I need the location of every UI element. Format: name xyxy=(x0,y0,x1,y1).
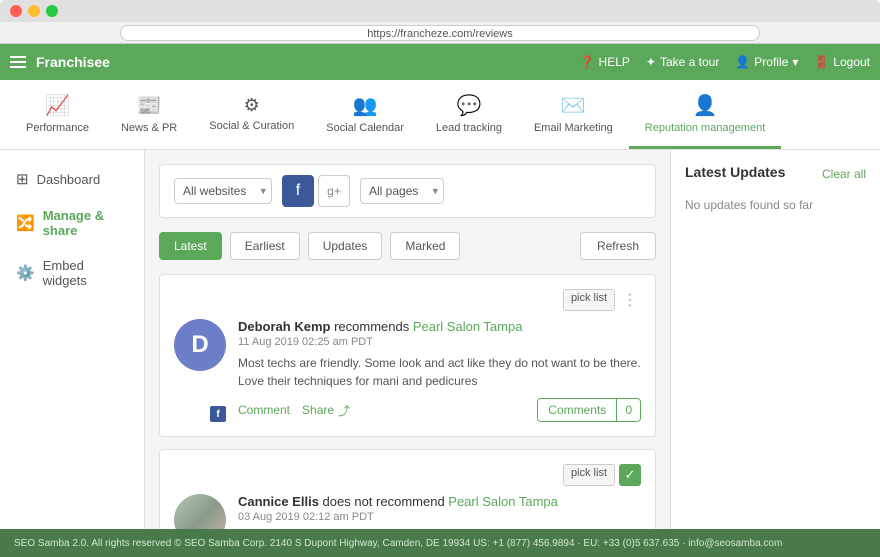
review-actions: Comment Share ⤴ Comments 0 xyxy=(238,398,641,422)
review-body: f Cannice Ellis does not recommend Pearl… xyxy=(174,494,641,529)
tab-performance[interactable]: 📈 Performance xyxy=(10,80,105,149)
more-options-icon[interactable]: ⋮ xyxy=(619,289,641,311)
tab-email-marketing[interactable]: ✉️ Email Marketing xyxy=(518,80,629,149)
review-card-header: pick list ✓ xyxy=(174,464,641,486)
maximize-btn[interactable] xyxy=(46,5,58,17)
avatar: D xyxy=(174,319,226,371)
main-layout: ⊞ Dashboard 🔀 Manage & share ⚙️ Embed wi… xyxy=(0,150,880,529)
url-bar: https://francheze.com/reviews xyxy=(0,22,880,44)
review-card: pick list ✓ f Cannice Ellis does not rec… xyxy=(159,449,656,529)
menu-icon[interactable] xyxy=(10,56,26,68)
pick-list-badge[interactable]: pick list xyxy=(563,289,615,311)
tab-latest[interactable]: Latest xyxy=(159,232,222,260)
help-icon: ❓ xyxy=(580,55,595,69)
check-icon[interactable]: ✓ xyxy=(619,464,641,486)
tour-icon: ✦ xyxy=(646,55,656,69)
review-card: pick list ⋮ D f Deborah Kemp recommends … xyxy=(159,274,656,437)
profile-icon: 👤 xyxy=(735,55,750,69)
top-bar: Franchisee ❓ HELP ✦ Take a tour 👤 Profil… xyxy=(0,44,880,80)
embed-widgets-icon: ⚙️ xyxy=(16,264,35,282)
review-content: Most techs are friendly. Some look and a… xyxy=(238,354,641,390)
top-bar-right: ❓ HELP ✦ Take a tour 👤 Profile ▾ 🚪 Logou… xyxy=(580,55,870,69)
content-area: All websites f g+ All pages Latest Earli… xyxy=(145,150,670,529)
window-chrome xyxy=(0,0,880,22)
avatar xyxy=(174,494,226,529)
sidebar-item-manage-share[interactable]: 🔀 Manage & share xyxy=(0,198,144,248)
social-curation-icon: ⚙ xyxy=(244,95,260,116)
pick-list-badge[interactable]: pick list xyxy=(563,464,615,486)
sidebar-item-dashboard[interactable]: ⊞ Dashboard xyxy=(0,160,144,198)
review-text-area: Deborah Kemp recommends Pearl Salon Tamp… xyxy=(238,319,641,422)
comment-link[interactable]: Comment xyxy=(238,403,290,417)
tab-lead-tracking[interactable]: 💬 Lead tracking xyxy=(420,80,518,149)
sidebar-item-embed-widgets[interactable]: ⚙️ Embed widgets xyxy=(0,248,144,298)
google-filter-btn[interactable]: g+ xyxy=(318,175,350,207)
help-link[interactable]: ❓ HELP xyxy=(580,55,630,69)
comments-button[interactable]: Comments 0 xyxy=(537,398,641,422)
footer: SEO Samba 2.0. All rights reserved © SEO… xyxy=(0,529,880,557)
right-panel-title: Latest Updates xyxy=(685,164,785,180)
performance-icon: 📈 xyxy=(45,93,70,118)
nav-tabs: 📈 Performance 📰 News & PR ⚙ Social & Cur… xyxy=(0,80,880,150)
review-text-area: Cannice Ellis does not recommend Pearl S… xyxy=(238,494,641,529)
lead-tracking-icon: 💬 xyxy=(456,93,481,118)
close-btn[interactable] xyxy=(10,5,22,17)
dashboard-icon: ⊞ xyxy=(16,170,29,188)
tab-updates[interactable]: Updates xyxy=(308,232,383,260)
business-link[interactable]: Pearl Salon Tampa xyxy=(448,494,558,509)
review-tabs: Latest Earliest Updates Marked Refresh xyxy=(159,232,656,260)
reviewer-name: Deborah Kemp recommends Pearl Salon Tamp… xyxy=(238,319,641,334)
social-calendar-icon: 👥 xyxy=(353,93,378,118)
tab-earliest[interactable]: Earliest xyxy=(230,232,300,260)
logout-icon: 🚪 xyxy=(814,55,829,69)
top-bar-left: Franchisee xyxy=(10,54,110,70)
share-icon: ⤴ xyxy=(338,402,350,419)
footer-text: SEO Samba 2.0. All rights reserved © SEO… xyxy=(14,538,782,549)
websites-filter-wrapper: All websites xyxy=(174,178,272,204)
filter-bar: All websites f g+ All pages xyxy=(159,164,656,218)
news-pr-icon: 📰 xyxy=(137,93,162,118)
url-input[interactable]: https://francheze.com/reviews xyxy=(120,25,760,41)
tab-news-pr[interactable]: 📰 News & PR xyxy=(105,80,193,149)
social-icons: f g+ xyxy=(282,175,350,207)
chevron-down-icon: ▾ xyxy=(792,55,798,69)
tab-reputation-management[interactable]: 👤 Reputation management xyxy=(629,80,781,149)
pages-filter-wrapper: All pages xyxy=(360,178,444,204)
reviewer-name: Cannice Ellis does not recommend Pearl S… xyxy=(238,494,641,509)
tab-social-calendar[interactable]: 👥 Social Calendar xyxy=(310,80,420,149)
facebook-badge: f xyxy=(210,406,226,422)
no-updates-text: No updates found so far xyxy=(685,198,866,212)
review-date: 11 Aug 2019 02:25 am PDT xyxy=(238,336,641,348)
pages-filter[interactable]: All pages xyxy=(360,178,444,204)
refresh-button[interactable]: Refresh xyxy=(580,232,656,260)
facebook-filter-btn[interactable]: f xyxy=(282,175,314,207)
websites-filter[interactable]: All websites xyxy=(174,178,272,204)
review-card-header: pick list ⋮ xyxy=(174,289,641,311)
sidebar: ⊞ Dashboard 🔀 Manage & share ⚙️ Embed wi… xyxy=(0,150,145,529)
right-panel: Latest Updates Clear all No updates foun… xyxy=(670,150,880,529)
review-body: D f Deborah Kemp recommends Pearl Salon … xyxy=(174,319,641,422)
manage-share-icon: 🔀 xyxy=(16,214,35,232)
profile-link[interactable]: 👤 Profile ▾ xyxy=(735,55,798,69)
minimize-btn[interactable] xyxy=(28,5,40,17)
tab-marked[interactable]: Marked xyxy=(390,232,460,260)
reputation-icon: 👤 xyxy=(693,93,718,118)
business-link[interactable]: Pearl Salon Tampa xyxy=(413,319,523,334)
email-marketing-icon: ✉️ xyxy=(561,93,586,118)
tab-social-curation[interactable]: ⚙ Social & Curation xyxy=(193,80,310,149)
logout-link[interactable]: 🚪 Logout xyxy=(814,55,870,69)
share-link[interactable]: Share ⤴ xyxy=(302,402,350,419)
clear-all-link[interactable]: Clear all xyxy=(822,167,866,181)
tour-link[interactable]: ✦ Take a tour xyxy=(646,55,719,69)
right-panel-header: Latest Updates Clear all xyxy=(685,164,866,184)
brand-name: Franchisee xyxy=(36,54,110,70)
